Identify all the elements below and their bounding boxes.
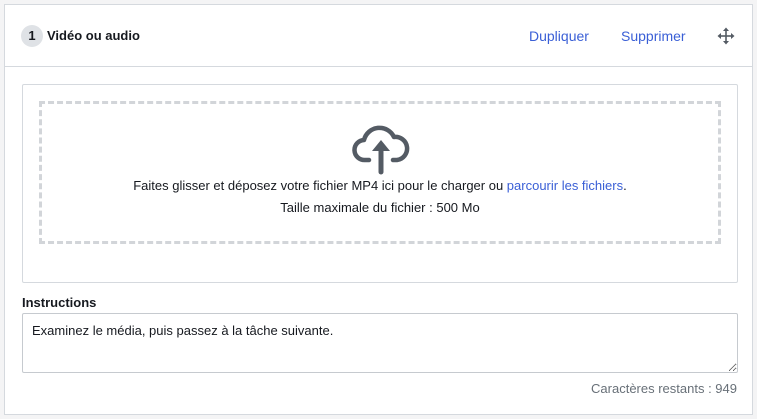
file-dropzone[interactable]: Faites glisser et déposez votre fichier … — [39, 101, 721, 244]
drop-instructions: Faites glisser et déposez votre fichier … — [42, 178, 718, 193]
drop-text-end: . — [623, 178, 627, 193]
card-header: 1 Vidéo ou audio Dupliquer Supprimer — [5, 5, 752, 67]
remaining-characters: Caractères restants : 949 — [591, 381, 737, 396]
max-file-size: Taille maximale du fichier : 500 Mo — [280, 200, 480, 215]
step-title: Vidéo ou audio — [47, 28, 140, 43]
instructions-textarea[interactable]: Examinez le média, puis passez à la tâch… — [22, 313, 738, 373]
move-arrows-icon[interactable] — [717, 27, 735, 45]
drop-text: Faites glisser et déposez votre fichier … — [133, 178, 507, 193]
delete-button[interactable]: Supprimer — [621, 28, 686, 44]
cloud-upload-icon — [352, 125, 410, 175]
step-number-badge: 1 — [21, 25, 43, 47]
browse-files-link[interactable]: parcourir les fichiers — [507, 178, 623, 193]
instructions-label: Instructions — [22, 295, 97, 310]
media-step-card: 1 Vidéo ou audio Dupliquer Supprimer Fai… — [4, 4, 753, 415]
upload-panel: Faites glisser et déposez votre fichier … — [22, 84, 738, 283]
duplicate-button[interactable]: Dupliquer — [529, 28, 589, 44]
